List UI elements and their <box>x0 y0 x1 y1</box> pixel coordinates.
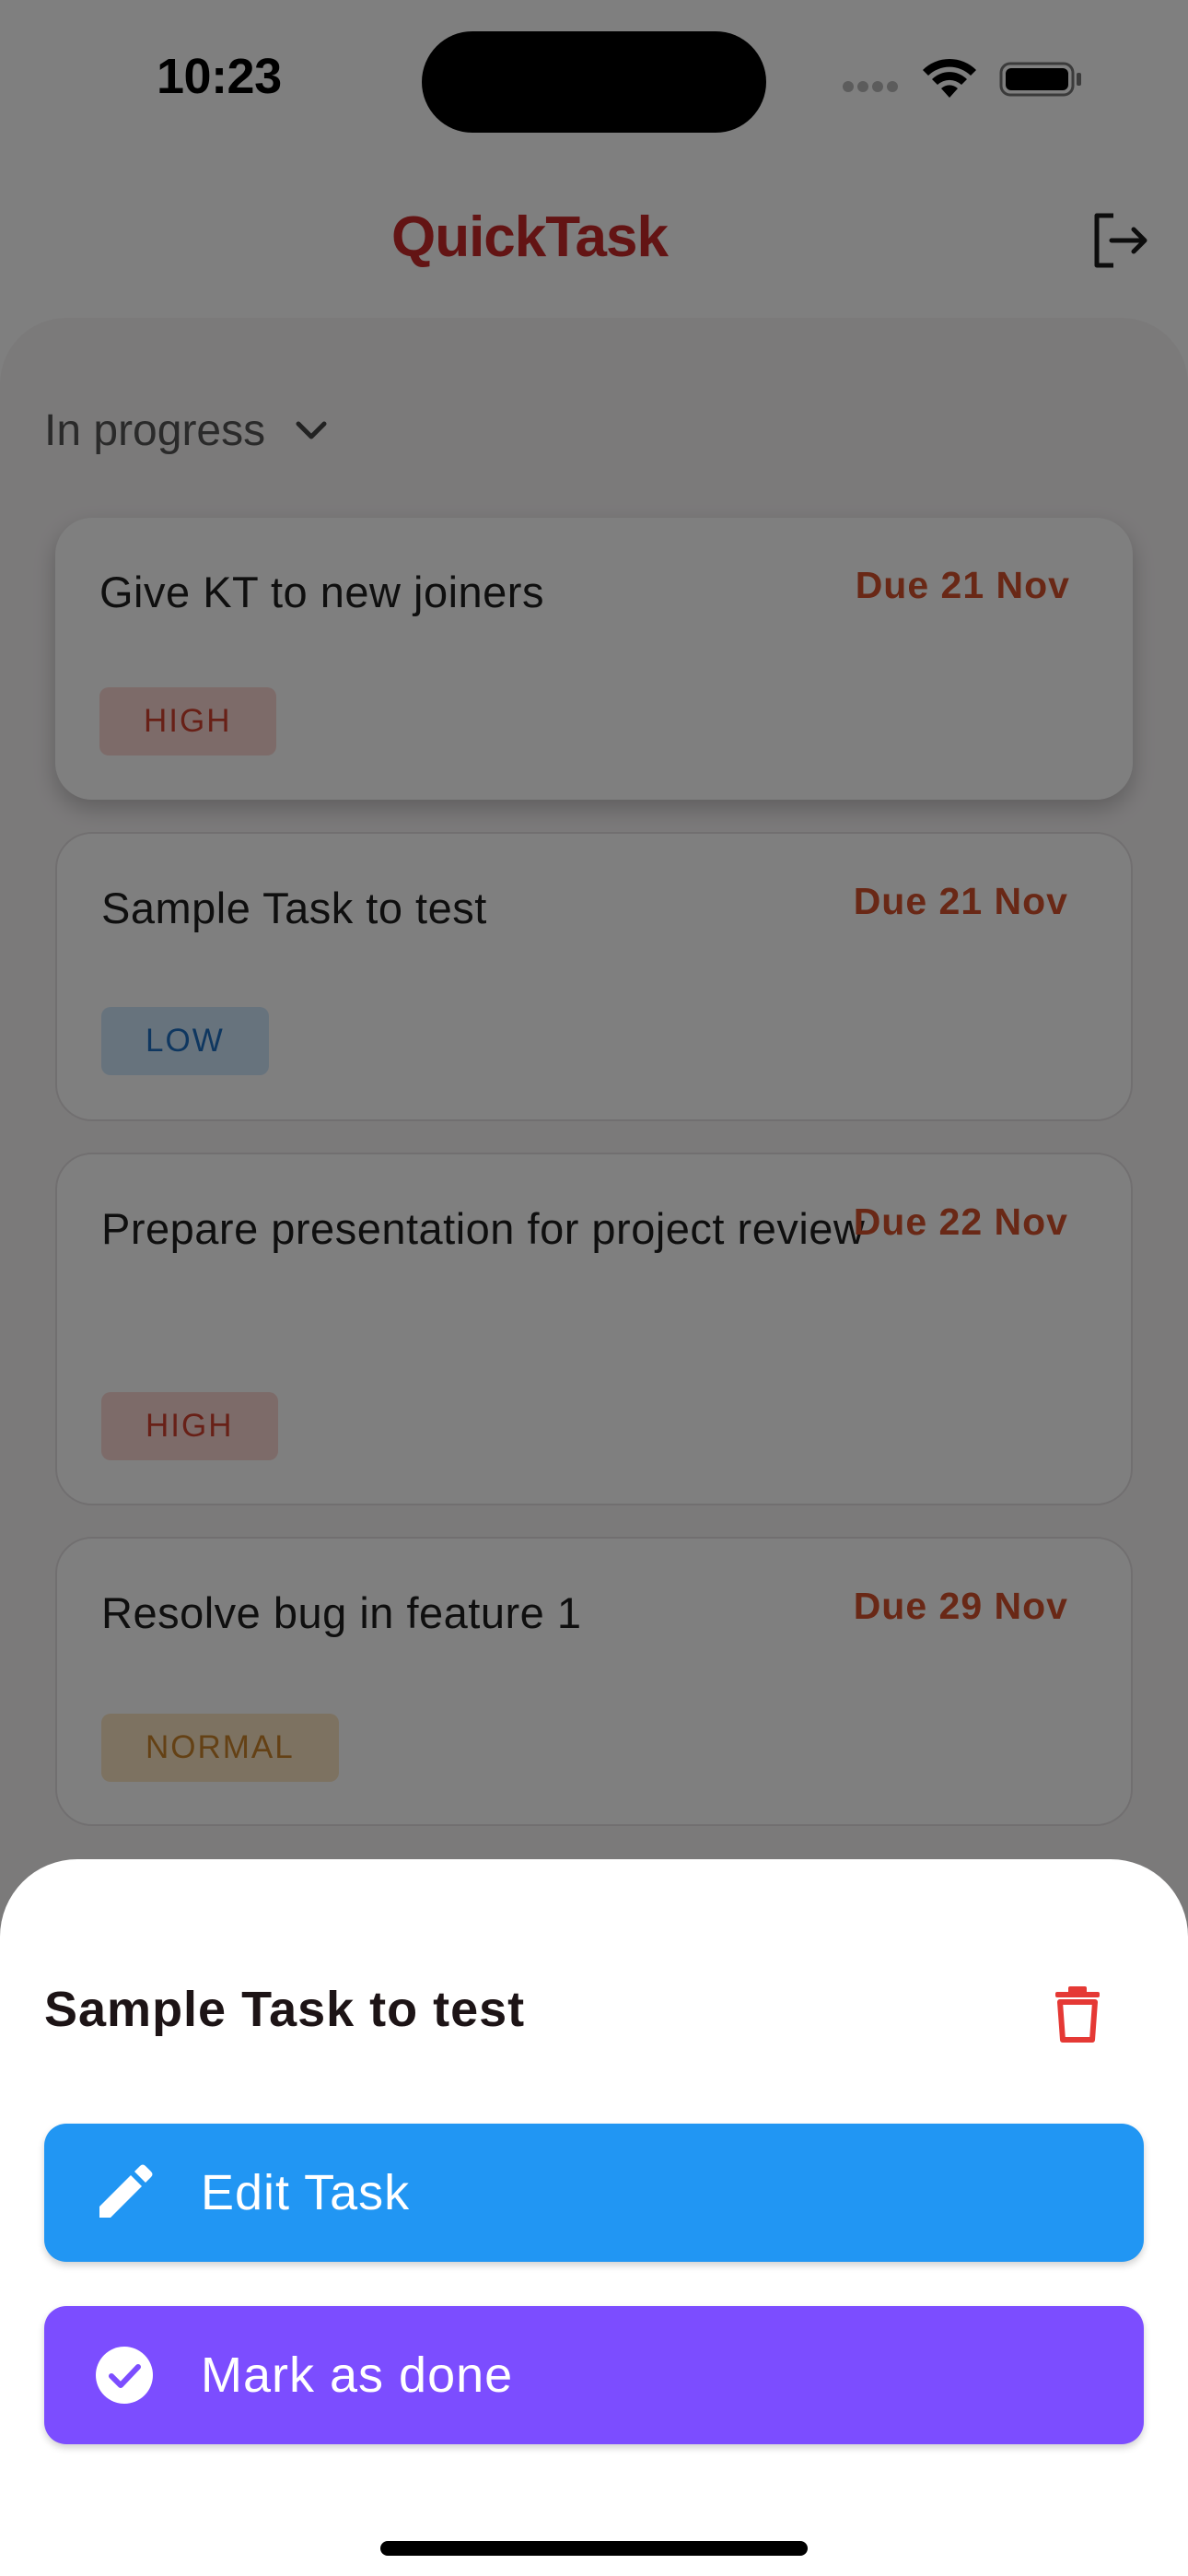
check-circle-icon <box>96 2347 153 2404</box>
sheet-task-title: Sample Task to test <box>44 1982 526 2037</box>
mark-as-done-label: Mark as done <box>201 2348 514 2403</box>
mark-as-done-button[interactable]: Mark as done <box>44 2306 1144 2444</box>
home-indicator[interactable] <box>380 2541 808 2556</box>
edit-task-button[interactable]: Edit Task <box>44 2124 1144 2262</box>
pencil-icon <box>99 2164 153 2218</box>
edit-task-label: Edit Task <box>201 2165 411 2220</box>
trash-icon[interactable] <box>1050 1985 1105 2043</box>
